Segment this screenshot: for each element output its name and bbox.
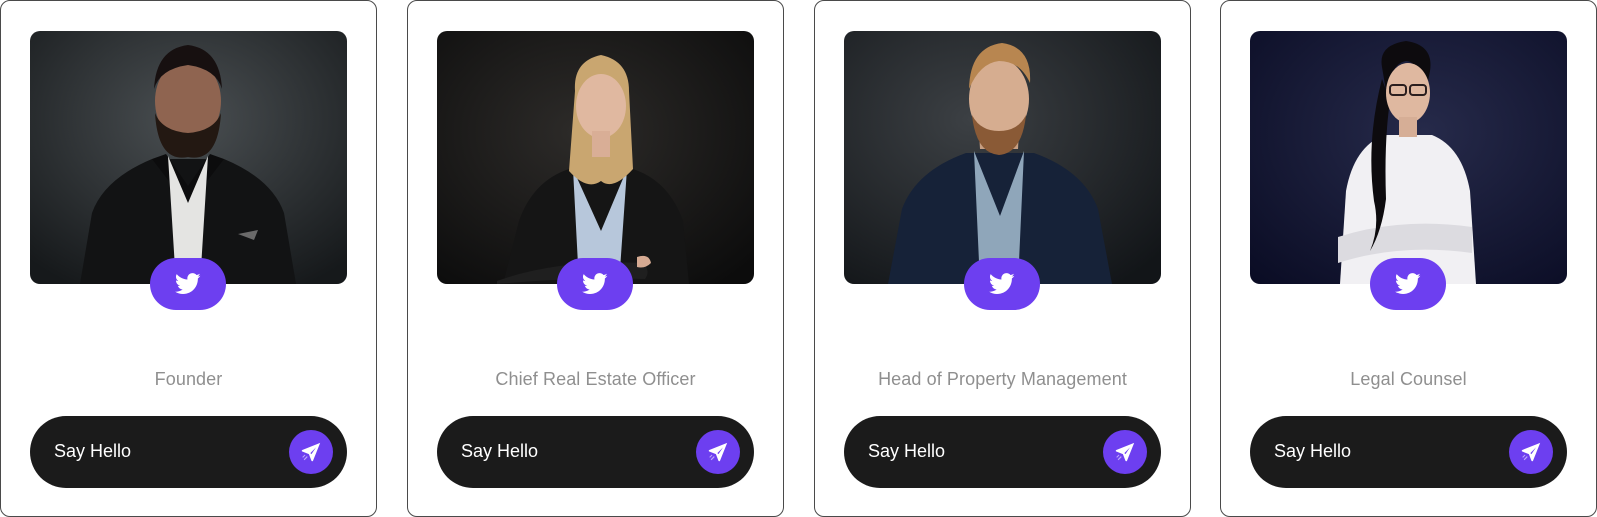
say-hello-label: Say Hello [868, 441, 946, 461]
say-hello-label: Say Hello [54, 441, 132, 461]
twitter-icon [989, 273, 1015, 295]
twitter-icon [582, 273, 608, 295]
team-member-role: Legal Counsel [1350, 369, 1467, 389]
twitter-icon [175, 273, 201, 295]
send-icon [1520, 441, 1542, 463]
team-card: Legal Counsel Say Hello [1220, 0, 1597, 517]
send-icon-badge [1103, 430, 1147, 474]
legal-counsel-portrait-image [1250, 31, 1567, 284]
team-card: Head of Property Management Say Hello [814, 0, 1191, 517]
founder-portrait-image [30, 31, 347, 284]
team-member-role: Chief Real Estate Officer [495, 369, 696, 389]
team-card: Chief Real Estate Officer Say Hello [407, 0, 784, 517]
send-icon [300, 441, 322, 463]
say-hello-button[interactable]: Say Hello [1250, 416, 1567, 488]
say-hello-button[interactable]: Say Hello [437, 416, 754, 488]
send-icon-badge [1509, 430, 1553, 474]
say-hello-label: Say Hello [1274, 441, 1352, 461]
send-icon [1114, 441, 1136, 463]
send-icon-badge [289, 430, 333, 474]
team-card: Founder Say Hello [0, 0, 377, 517]
team-member-photo [1250, 31, 1567, 284]
send-icon [707, 441, 729, 463]
twitter-icon [1395, 273, 1421, 295]
head-of-property-management-portrait-image [844, 31, 1161, 284]
twitter-button[interactable] [1370, 258, 1446, 310]
twitter-button[interactable] [557, 258, 633, 310]
send-icon-badge [696, 430, 740, 474]
team-member-role: Head of Property Management [878, 369, 1127, 389]
say-hello-button[interactable]: Say Hello [30, 416, 347, 488]
chief-real-estate-officer-portrait-image [437, 31, 754, 284]
say-hello-label: Say Hello [461, 441, 539, 461]
twitter-button[interactable] [964, 258, 1040, 310]
team-section: Founder Say Hello Chief Real Estate Offi… [0, 0, 1597, 517]
team-member-photo [30, 31, 347, 284]
twitter-button[interactable] [150, 258, 226, 310]
team-member-photo [844, 31, 1161, 284]
team-member-role: Founder [154, 369, 223, 389]
team-member-photo [437, 31, 754, 284]
say-hello-button[interactable]: Say Hello [844, 416, 1161, 488]
